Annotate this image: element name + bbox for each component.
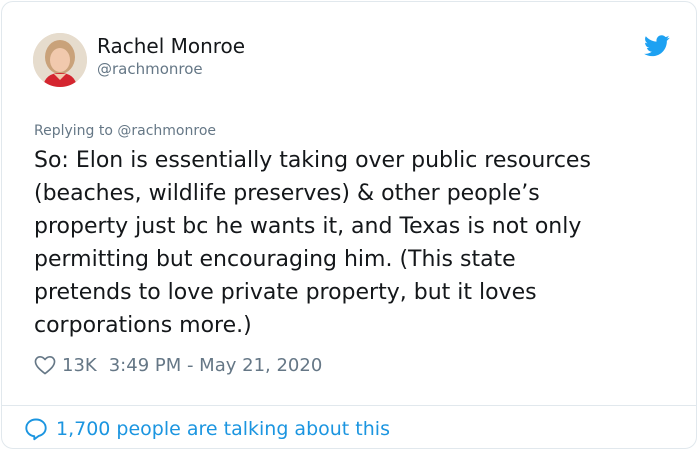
tweet-text-line: permitting but encouraging him. (This st… — [34, 247, 516, 272]
tweet-text-line: So: Elon is essentially taking over publ… — [34, 148, 591, 173]
replying-mention[interactable]: @rachmonroe — [117, 123, 216, 139]
tweet-text-line: pretends to love private property, but i… — [34, 280, 537, 305]
timestamp[interactable]: 3:49 PM - May 21, 2020 — [109, 355, 323, 376]
like-count[interactable]: 13K — [62, 355, 97, 376]
twitter-bird-icon[interactable] — [644, 35, 670, 57]
heart-icon[interactable] — [34, 355, 56, 375]
replying-prefix: Replying to — [34, 123, 113, 139]
talking-about-link[interactable]: 1,700 people are talking about this — [24, 415, 390, 443]
tweet-text-line: property just bc he wants it, and Texas … — [34, 214, 582, 239]
avatar[interactable] — [33, 33, 87, 87]
tweet-text: So: Elon is essentially taking over publ… — [34, 144, 674, 342]
talking-about-label: 1,700 people are talking about this — [56, 418, 390, 440]
divider — [2, 405, 696, 406]
speech-bubble-icon — [25, 418, 47, 441]
tweet-text-line: (beaches, wildlife preserves) & other pe… — [34, 181, 540, 206]
tweet-meta: 13K 3:49 PM - May 21, 2020 — [34, 352, 322, 378]
tweet-card: Rachel Monroe @rachmonroe Replying to @r… — [1, 1, 697, 449]
author-name[interactable]: Rachel Monroe — [97, 33, 245, 59]
avatar-photo — [33, 33, 87, 87]
replying-to: Replying to @rachmonroe — [34, 121, 216, 141]
author-handle[interactable]: @rachmonroe — [97, 59, 203, 79]
tweet-text-line: corporations more.) — [34, 313, 252, 338]
